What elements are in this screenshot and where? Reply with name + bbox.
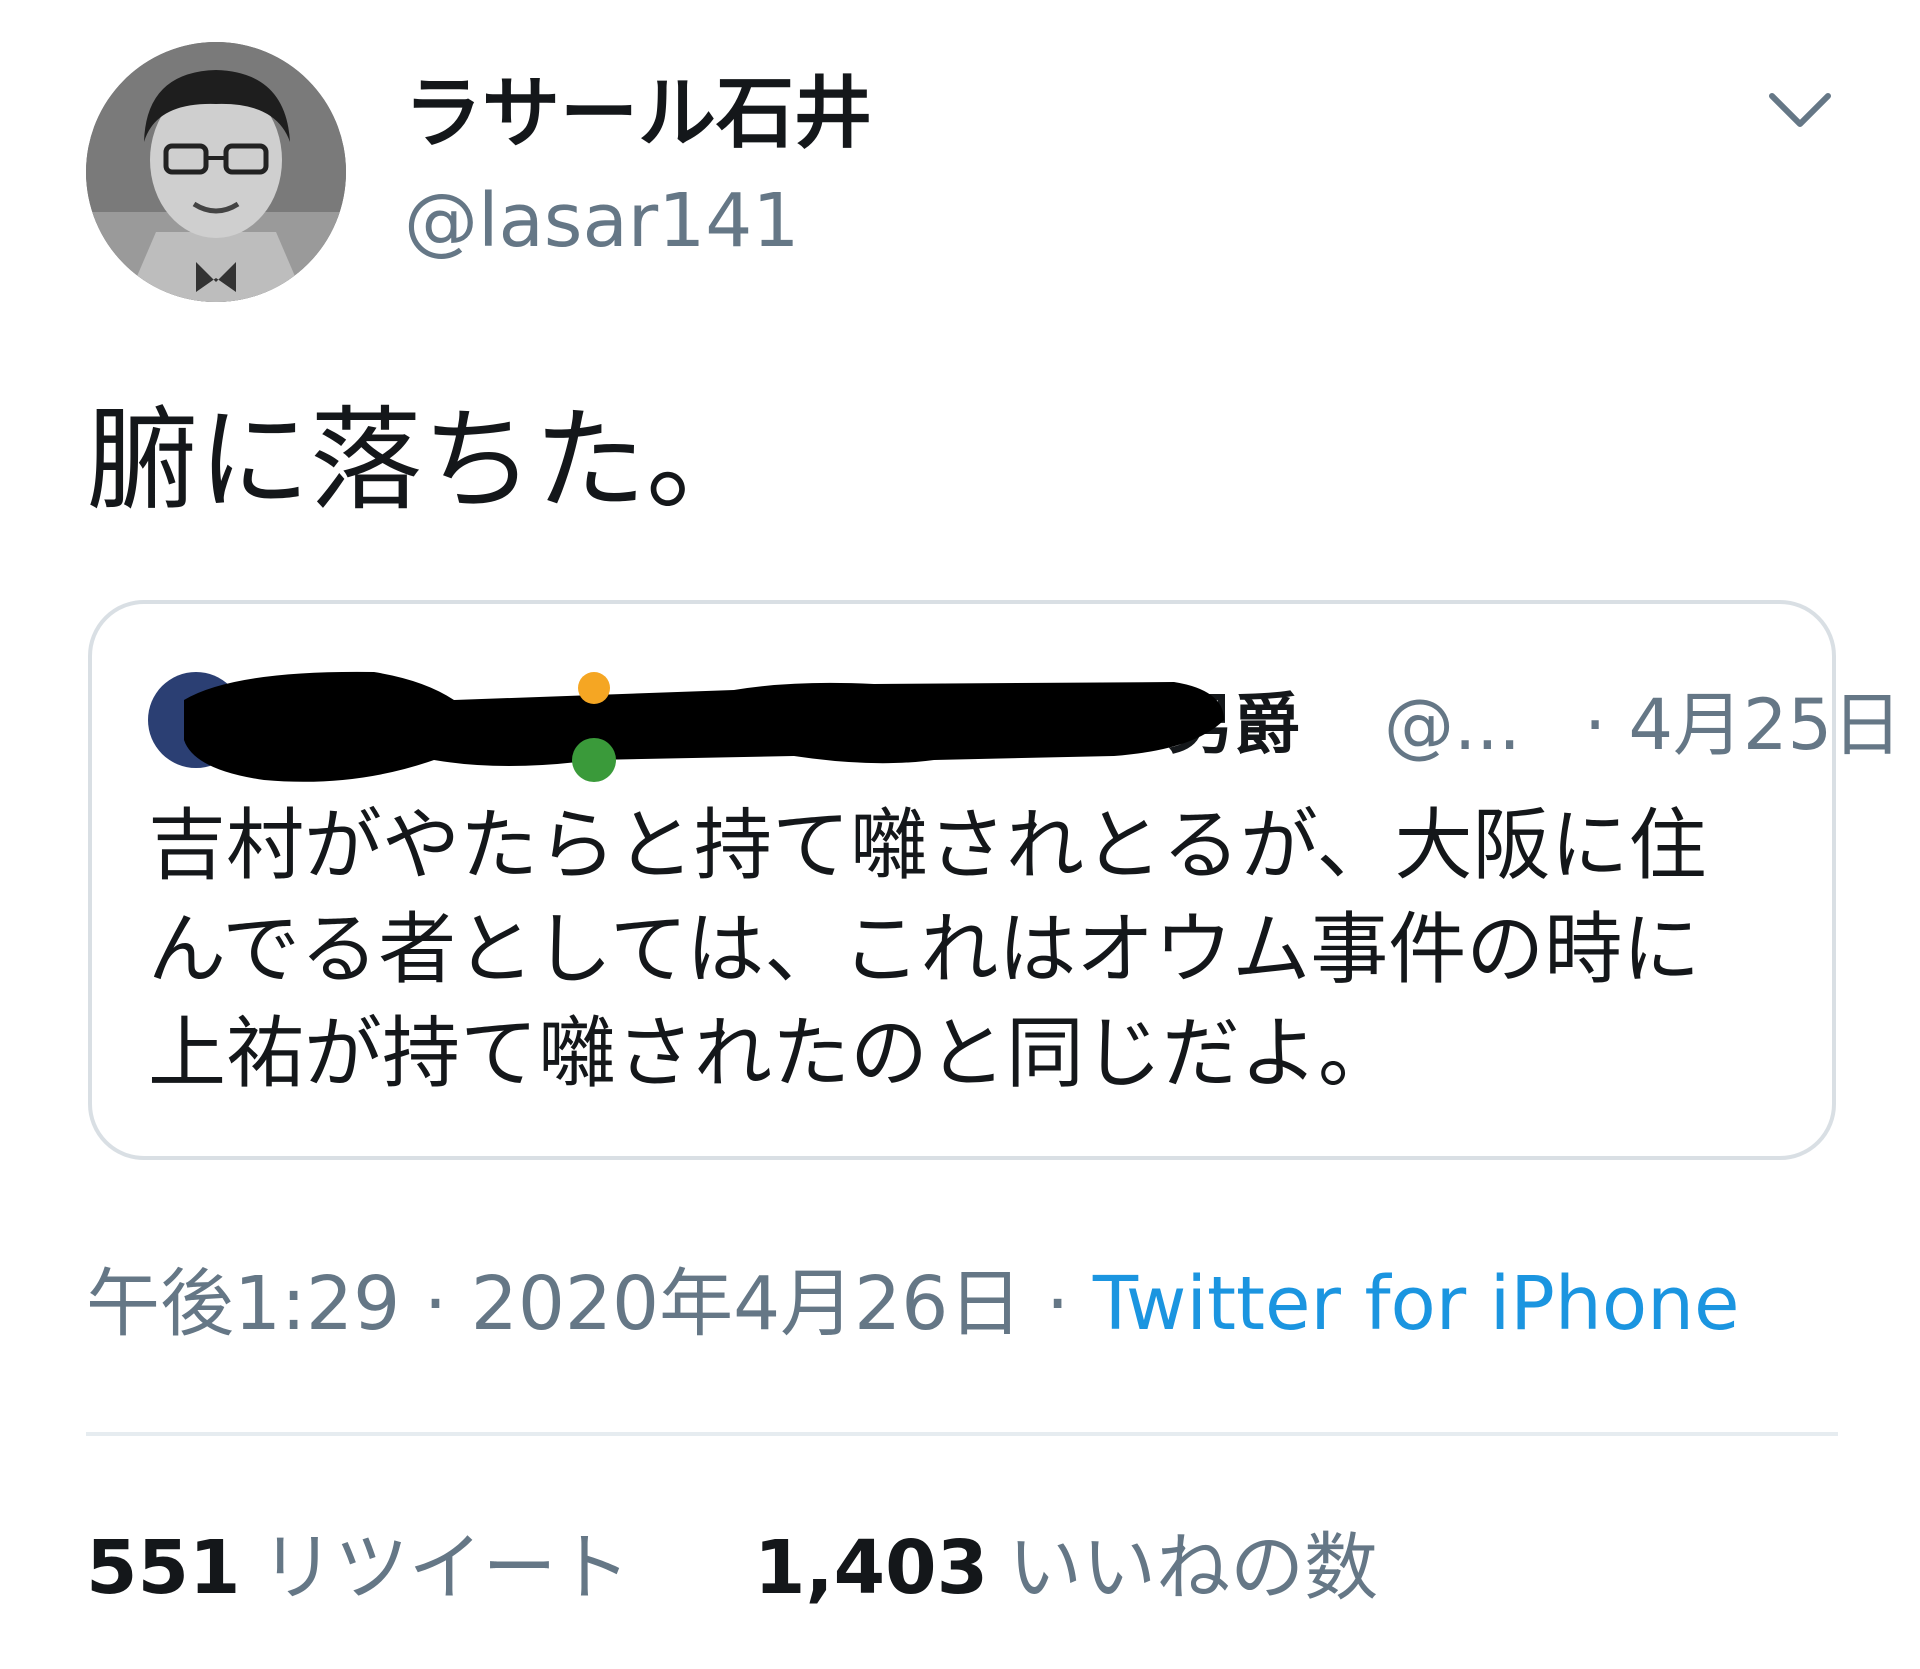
quoted-tweet-header: カ 男爵 @... · 4月25日: [148, 660, 1902, 782]
tweet-date[interactable]: 2020年4月26日: [471, 1261, 1023, 1347]
tweet-source-link[interactable]: Twitter for iPhone: [1093, 1261, 1740, 1347]
redaction-marker: [184, 671, 1224, 782]
retweets-count: 551: [86, 1525, 241, 1611]
avatar-image: [86, 42, 346, 302]
tweet-text: 腑に落ちた。: [86, 396, 758, 526]
meta-separator: ·: [1022, 1261, 1093, 1347]
quoted-tweet-date[interactable]: · 4月25日: [1584, 682, 1902, 768]
tweet-time[interactable]: 午後1:29: [86, 1261, 400, 1347]
author-name[interactable]: ラサール石井: [404, 66, 872, 162]
avatar[interactable]: [86, 42, 346, 302]
chevron-down-icon[interactable]: [1760, 80, 1840, 140]
retweets-stat[interactable]: 551 リツイート: [86, 1520, 630, 1616]
tweet-stats: 551 リツイート 1,403 いいねの数: [86, 1520, 1478, 1616]
quoted-tweet-text: 吉村がやたらと持て囃されとるが、大阪に住 んでる者としては、これはオウム事件の時…: [148, 801, 1707, 1099]
quoted-author-handle[interactable]: @...: [1384, 682, 1521, 768]
tweet-metadata: 午後1:29 · 2020年4月26日 · Twitter for iPhone: [86, 1256, 1740, 1352]
retweets-label: リツイート: [260, 1525, 631, 1611]
quoted-tweet[interactable]: カ 男爵 @... · 4月25日 吉村がやたらと持て囃されとるが、大阪に住 ん…: [88, 600, 1902, 1160]
tweet-detail: ラサール石井 @lasar141 腑に落ちた。 カ 男爵 @... · 4月25…: [0, 0, 1920, 1669]
likes-label: いいねの数: [1008, 1525, 1379, 1611]
author-handle[interactable]: @lasar141: [404, 176, 799, 266]
likes-stat[interactable]: 1,403 いいねの数: [754, 1520, 1378, 1616]
meta-separator: ·: [400, 1261, 471, 1347]
likes-count: 1,403: [754, 1525, 989, 1611]
divider: [86, 1432, 1838, 1436]
